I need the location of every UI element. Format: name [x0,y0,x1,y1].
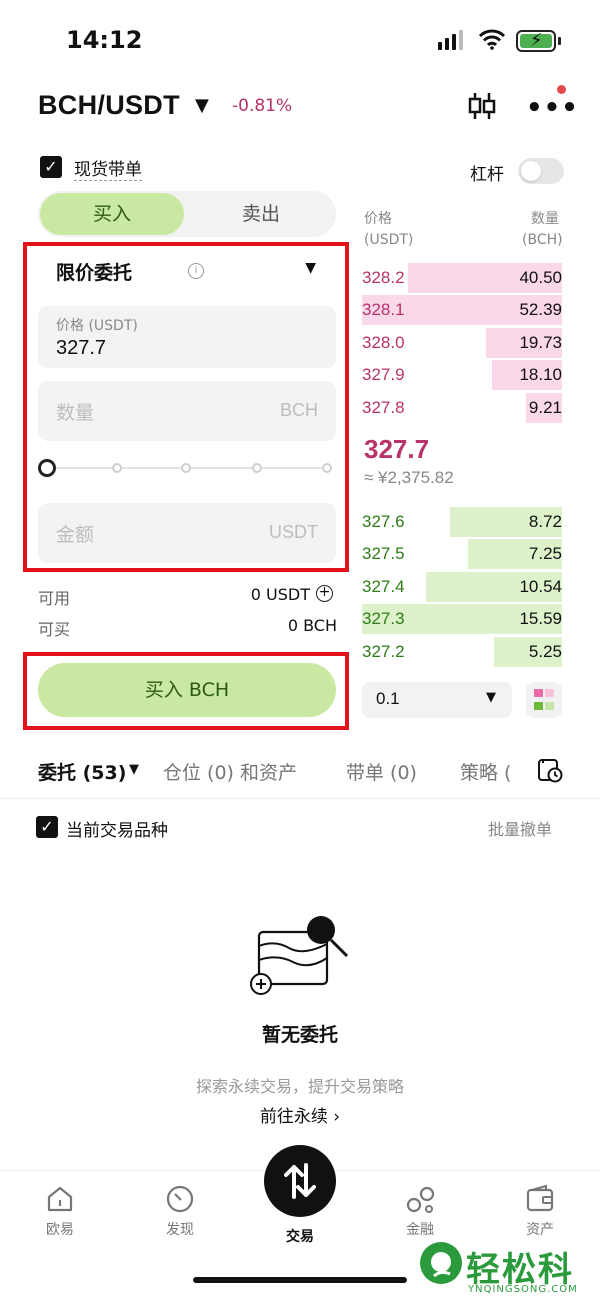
dropdown-caret-icon: ▼ [486,690,496,705]
orderbook-layout-icon[interactable] [526,682,562,718]
highlight-box-button [23,652,349,730]
trade-icon [284,1163,316,1199]
nav-finance-label: 金融 [406,1222,434,1238]
bid-qty: 10.54 [519,576,562,596]
ob-price-unit: (USDT) [364,232,414,248]
order-history-icon[interactable] [537,757,563,783]
status-time: 14:12 [66,26,143,54]
nav-home-label: 欧易 [46,1222,74,1238]
go-to-perpetual-link[interactable]: 前往永续 › [0,1102,600,1127]
ask-price: 327.9 [362,365,405,385]
nav-finance[interactable]: 金融 [380,1183,460,1239]
watermark-logo-icon [420,1242,462,1284]
buy-tab[interactable]: 买入 [40,193,184,235]
home-indicator [193,1277,407,1283]
bid-price: 327.3 [362,609,405,629]
ask-price: 327.8 [362,397,405,417]
nav-trade-label: 交易 [286,1229,314,1245]
last-price-cny: ≈ ¥2,375.82 [364,468,454,487]
ask-row[interactable]: 328.1 52.39 [362,295,562,326]
nav-discover-label: 发现 [166,1222,194,1238]
bid-qty: 8.72 [528,512,562,531]
ask-qty: 52.39 [519,300,562,320]
nav-trade-button[interactable] [264,1145,336,1217]
spot-tp-sl-checkbox[interactable]: ✓ [40,156,62,178]
battery-icon: ⚡ [516,30,556,52]
available-value: 0 USDT [250,585,310,604]
tab-positions-assets[interactable]: 仓位 (0) 和资产 [163,758,297,785]
bid-price: 327.5 [362,544,405,564]
empty-subtitle: 探索永续交易，提升交易策略 [195,1077,404,1096]
ob-qty-unit: (BCH) [522,232,563,248]
current-pair-label: 当前交易品种 [66,821,168,841]
home-icon [47,1186,73,1212]
ask-row[interactable]: 328.2 40.50 [362,263,562,293]
ask-row[interactable]: 327.9 18.10 [362,360,562,391]
bid-qty: 15.59 [519,609,562,629]
add-funds-icon[interactable]: + [316,585,333,602]
ask-price: 328.1 [362,300,405,320]
ask-row[interactable]: 328.0 19.73 [362,327,562,358]
leverage-label: 杠杆 [470,165,504,185]
batch-cancel-button[interactable]: 批量撤单 [488,816,552,840]
ob-qty-header: 数量 [531,211,559,227]
candlestick-chart-icon[interactable] [466,90,498,122]
leverage-toggle[interactable] [518,158,564,184]
bid-row[interactable]: 327.3 15.59 [362,604,562,635]
empty-title: 暂无委托 [261,1024,338,1046]
price-change: -0.81% [232,96,293,116]
wifi-icon [478,29,506,50]
can-buy-value: 0 BCH [287,616,337,635]
bid-row[interactable]: 327.5 7.25 [362,539,562,570]
watermark-subtext: YNQINGSONG.COM [468,1284,578,1295]
bid-row[interactable]: 327.2 5.25 [362,636,562,667]
can-buy-label: 可买 [38,620,71,639]
pair-dropdown-icon[interactable]: ▼ [195,95,209,116]
ask-qty: 18.10 [519,365,562,385]
nav-assets-label: 资产 [526,1222,554,1238]
ask-price: 328.2 [362,268,405,287]
last-price: 327.7 [364,434,430,464]
bid-price: 327.6 [362,512,405,531]
bid-qty: 5.25 [528,641,562,661]
tabs-divider [0,798,600,799]
tab-orders-dropdown-icon[interactable]: ▼ [129,762,139,777]
depth-precision-select[interactable]: 0.1 ▼ [362,682,512,718]
bid-qty: 7.25 [528,544,562,564]
depth-precision-value: 0.1 [376,689,400,708]
finance-icon [406,1186,435,1213]
sell-tab[interactable]: 卖出 [188,193,334,235]
current-pair-checkbox[interactable]: ✓ [36,816,58,838]
discover-icon [166,1185,194,1213]
bid-price: 327.4 [362,576,405,596]
ask-qty: 9.21 [528,397,562,417]
ob-price-header: 价格 [364,211,392,227]
ask-qty: 40.50 [519,268,562,287]
ask-row[interactable]: 327.8 9.21 [362,392,562,423]
ask-price: 328.0 [362,332,405,352]
ask-qty: 19.73 [519,332,562,352]
more-icon[interactable]: ••• [526,93,579,123]
nav-assets[interactable]: 资产 [500,1183,580,1239]
bid-row[interactable]: 327.4 10.54 [362,571,562,602]
pair-title[interactable]: BCH/USDT [38,90,180,121]
wallet-icon [526,1184,554,1212]
cellular-signal-icon [438,30,463,50]
bid-row[interactable]: 327.6 8.72 [362,507,562,537]
spot-tp-sl-label: 现货带单 [74,155,142,181]
battery-tip [558,37,561,45]
tab-copy-orders[interactable]: 带单 (0) [346,758,417,785]
nav-discover[interactable]: 发现 [140,1183,220,1239]
tab-strategies[interactable]: 策略 ( [460,758,511,785]
nav-home[interactable]: 欧易 [20,1183,100,1239]
empty-orders-illustration [250,916,349,995]
highlight-box-form [23,242,349,572]
notification-dot [557,85,566,94]
available-label: 可用 [38,589,71,608]
bid-price: 327.2 [362,641,405,661]
tab-orders[interactable]: 委托 (53) [38,758,126,785]
